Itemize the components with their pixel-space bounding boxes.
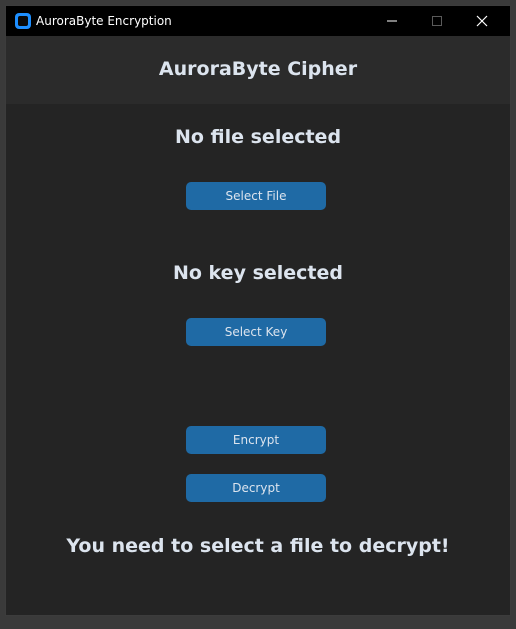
window-title: AuroraByte Encryption	[36, 14, 172, 28]
maximize-icon	[432, 16, 442, 26]
app-window: AuroraByte Encryption AuroraByte Cipher …	[5, 5, 511, 616]
app-title: AuroraByte Cipher	[158, 58, 358, 80]
app-icon	[15, 13, 31, 29]
minimize-button[interactable]	[370, 6, 414, 36]
close-button[interactable]	[460, 6, 504, 36]
decrypt-button[interactable]: Decrypt	[186, 474, 326, 502]
app-header: AuroraByte Cipher	[6, 36, 510, 104]
close-icon	[476, 15, 488, 27]
minimize-icon	[387, 20, 397, 22]
select-file-button[interactable]: Select File	[186, 182, 326, 210]
encrypt-button[interactable]: Encrypt	[186, 426, 326, 454]
key-status-label: No key selected	[172, 262, 343, 284]
status-message: You need to select a file to decrypt!	[66, 535, 450, 557]
file-status-label: No file selected	[174, 126, 342, 148]
title-bar[interactable]: AuroraByte Encryption	[6, 6, 510, 36]
select-key-button[interactable]: Select Key	[186, 318, 326, 346]
maximize-button[interactable]	[415, 6, 459, 36]
